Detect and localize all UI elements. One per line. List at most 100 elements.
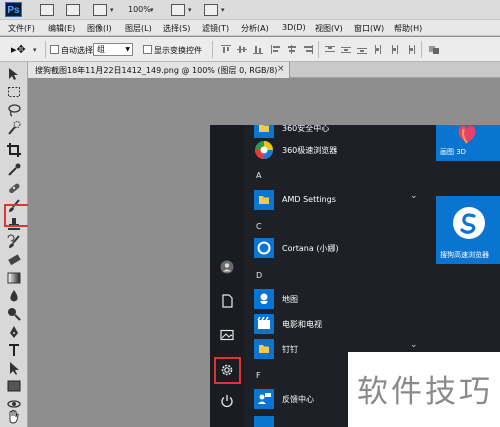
hand-tool-icon[interactable] xyxy=(6,408,22,424)
app-label: 电影和电视 xyxy=(282,320,322,329)
tile-paint3d[interactable]: 画图 3D xyxy=(436,125,500,161)
move-tool-preset-icon[interactable]: ▸✥ xyxy=(11,43,26,56)
pictures-icon[interactable] xyxy=(219,327,235,343)
document-tab-title: 搜狗截图18年11月22日1412_149.png @ 100% (图层 0, … xyxy=(35,66,278,75)
quick-selection-tool-icon[interactable] xyxy=(6,120,22,136)
document-icon[interactable] xyxy=(219,293,235,309)
move-tool-icon[interactable] xyxy=(6,66,22,82)
watermark-text: 软件技巧 xyxy=(357,374,493,410)
menu-layer[interactable]: 图层(L) xyxy=(125,23,152,34)
menu-analysis[interactable]: 分析(A) xyxy=(241,23,269,34)
auto-align-layers-icon[interactable] xyxy=(429,45,439,54)
tool-preset-dropdown-icon[interactable]: ▾ xyxy=(33,46,37,54)
list-item[interactable]: 电影和电视 xyxy=(254,313,434,335)
list-item[interactable]: 360极速浏览器 xyxy=(254,139,434,161)
document-tab-bar: 搜狗截图18年11月22日1412_149.png @ 100% (图层 0, … xyxy=(28,62,500,78)
view-extras-dropdown-icon[interactable]: ▾ xyxy=(110,6,114,14)
chevron-down-icon: ▼ xyxy=(125,46,130,53)
app-label: 360安全中心 xyxy=(282,125,330,133)
auto-select-checkbox[interactable] xyxy=(50,45,59,54)
show-transform-controls-checkbox[interactable] xyxy=(143,45,152,54)
screen-mode-icon[interactable] xyxy=(204,4,218,16)
zoom-level[interactable]: 100% xyxy=(128,5,151,14)
group-letter[interactable]: C xyxy=(256,222,262,231)
healing-brush-tool-icon[interactable] xyxy=(6,180,22,196)
crop-tool-icon[interactable] xyxy=(6,142,22,158)
menu-help[interactable]: 帮助(H) xyxy=(394,23,422,34)
menu-view[interactable]: 视图(V) xyxy=(315,23,343,34)
shape-tool-icon[interactable] xyxy=(6,378,22,394)
folder-icon xyxy=(254,339,274,359)
group-letter[interactable]: A xyxy=(256,171,261,180)
menu-filter[interactable]: 滤镜(T) xyxy=(202,23,229,34)
arrange-documents-icon[interactable] xyxy=(171,4,185,16)
marquee-tool-icon[interactable] xyxy=(6,84,22,100)
zoom-dropdown-icon[interactable]: ▾ xyxy=(150,6,154,14)
distribute-top-icon[interactable] xyxy=(325,45,335,54)
chevron-down-icon[interactable]: ⌄ xyxy=(410,191,418,201)
app-label: 反馈中心 xyxy=(282,395,314,404)
tile-sogou-browser[interactable]: 搜狗高速浏览器 xyxy=(436,196,500,264)
align-top-icon[interactable] xyxy=(221,45,231,54)
align-right-icon[interactable] xyxy=(303,45,313,54)
path-selection-tool-icon[interactable] xyxy=(6,360,22,376)
menu-file[interactable]: 文件(F) xyxy=(8,23,35,34)
list-item[interactable]: AMD Settings xyxy=(254,189,434,211)
list-item[interactable]: 360安全中心 xyxy=(254,125,434,139)
pen-tool-icon[interactable] xyxy=(6,324,22,340)
bridge-icon[interactable] xyxy=(40,4,54,16)
align-left-icon[interactable] xyxy=(271,45,281,54)
distribute-bottom-icon[interactable] xyxy=(357,45,367,54)
menu-3d[interactable]: 3D(D) xyxy=(282,23,306,32)
user-icon[interactable] xyxy=(219,259,235,275)
document-tab[interactable]: 搜狗截图18年11月22日1412_149.png @ 100% (图层 0, … xyxy=(28,62,290,78)
app-icon xyxy=(254,416,274,427)
align-horizontal-center-icon[interactable] xyxy=(287,45,297,54)
separator xyxy=(45,41,46,58)
gradient-tool-icon[interactable] xyxy=(6,270,22,286)
power-icon[interactable] xyxy=(219,393,235,409)
list-item[interactable]: Cortana (小娜) xyxy=(254,237,434,259)
separator xyxy=(421,41,422,58)
feedback-icon xyxy=(254,389,274,409)
history-brush-tool-icon[interactable] xyxy=(6,234,22,250)
menu-image[interactable]: 图像(I) xyxy=(87,23,112,34)
distribute-horizontal-center-icon[interactable] xyxy=(390,45,400,54)
lasso-tool-icon[interactable] xyxy=(6,102,22,118)
distribute-left-icon[interactable] xyxy=(374,45,384,54)
tile-label: 搜狗高速浏览器 xyxy=(440,251,489,259)
separator xyxy=(212,41,213,58)
app-label: 地图 xyxy=(282,295,298,304)
list-item[interactable]: 地图 xyxy=(254,288,434,310)
view-extras-icon[interactable] xyxy=(93,4,107,16)
folder-icon xyxy=(254,190,274,210)
arrange-dropdown-icon[interactable]: ▾ xyxy=(188,6,192,14)
auto-select-target-select[interactable]: 组 ▼ xyxy=(93,43,133,56)
group-letter[interactable]: D xyxy=(256,271,262,280)
blur-tool-icon[interactable] xyxy=(6,288,22,304)
type-tool-icon[interactable] xyxy=(6,342,22,358)
application-bar: Ps ▾ 100% ▾ ▾ ▾ xyxy=(0,0,500,20)
film-icon xyxy=(254,314,274,334)
chevron-down-icon[interactable]: ⌄ xyxy=(410,340,418,350)
distribute-vertical-center-icon[interactable] xyxy=(341,45,351,54)
cortana-icon xyxy=(254,238,274,258)
dodge-tool-icon[interactable] xyxy=(6,306,22,322)
align-vertical-center-icon[interactable] xyxy=(237,45,247,54)
align-bottom-icon[interactable] xyxy=(253,45,263,54)
eyedropper-tool-icon[interactable] xyxy=(6,162,22,178)
menu-edit[interactable]: 编辑(E) xyxy=(48,23,75,34)
close-icon[interactable]: × xyxy=(277,64,285,74)
app-label: Cortana (小娜) xyxy=(282,244,339,253)
distribute-right-icon[interactable] xyxy=(406,45,416,54)
group-letter[interactable]: F xyxy=(256,371,261,380)
photoshop-logo: Ps xyxy=(5,2,22,17)
settings-icon-highlight xyxy=(214,357,241,384)
mini-bridge-icon[interactable] xyxy=(66,4,80,16)
eraser-tool-icon[interactable] xyxy=(6,252,22,268)
app-label: 360极速浏览器 xyxy=(282,146,338,155)
app-label: 钉钉 xyxy=(282,345,298,354)
menu-select[interactable]: 选择(S) xyxy=(163,23,190,34)
screen-mode-dropdown-icon[interactable]: ▾ xyxy=(221,6,225,14)
menu-window[interactable]: 窗口(W) xyxy=(354,23,384,34)
